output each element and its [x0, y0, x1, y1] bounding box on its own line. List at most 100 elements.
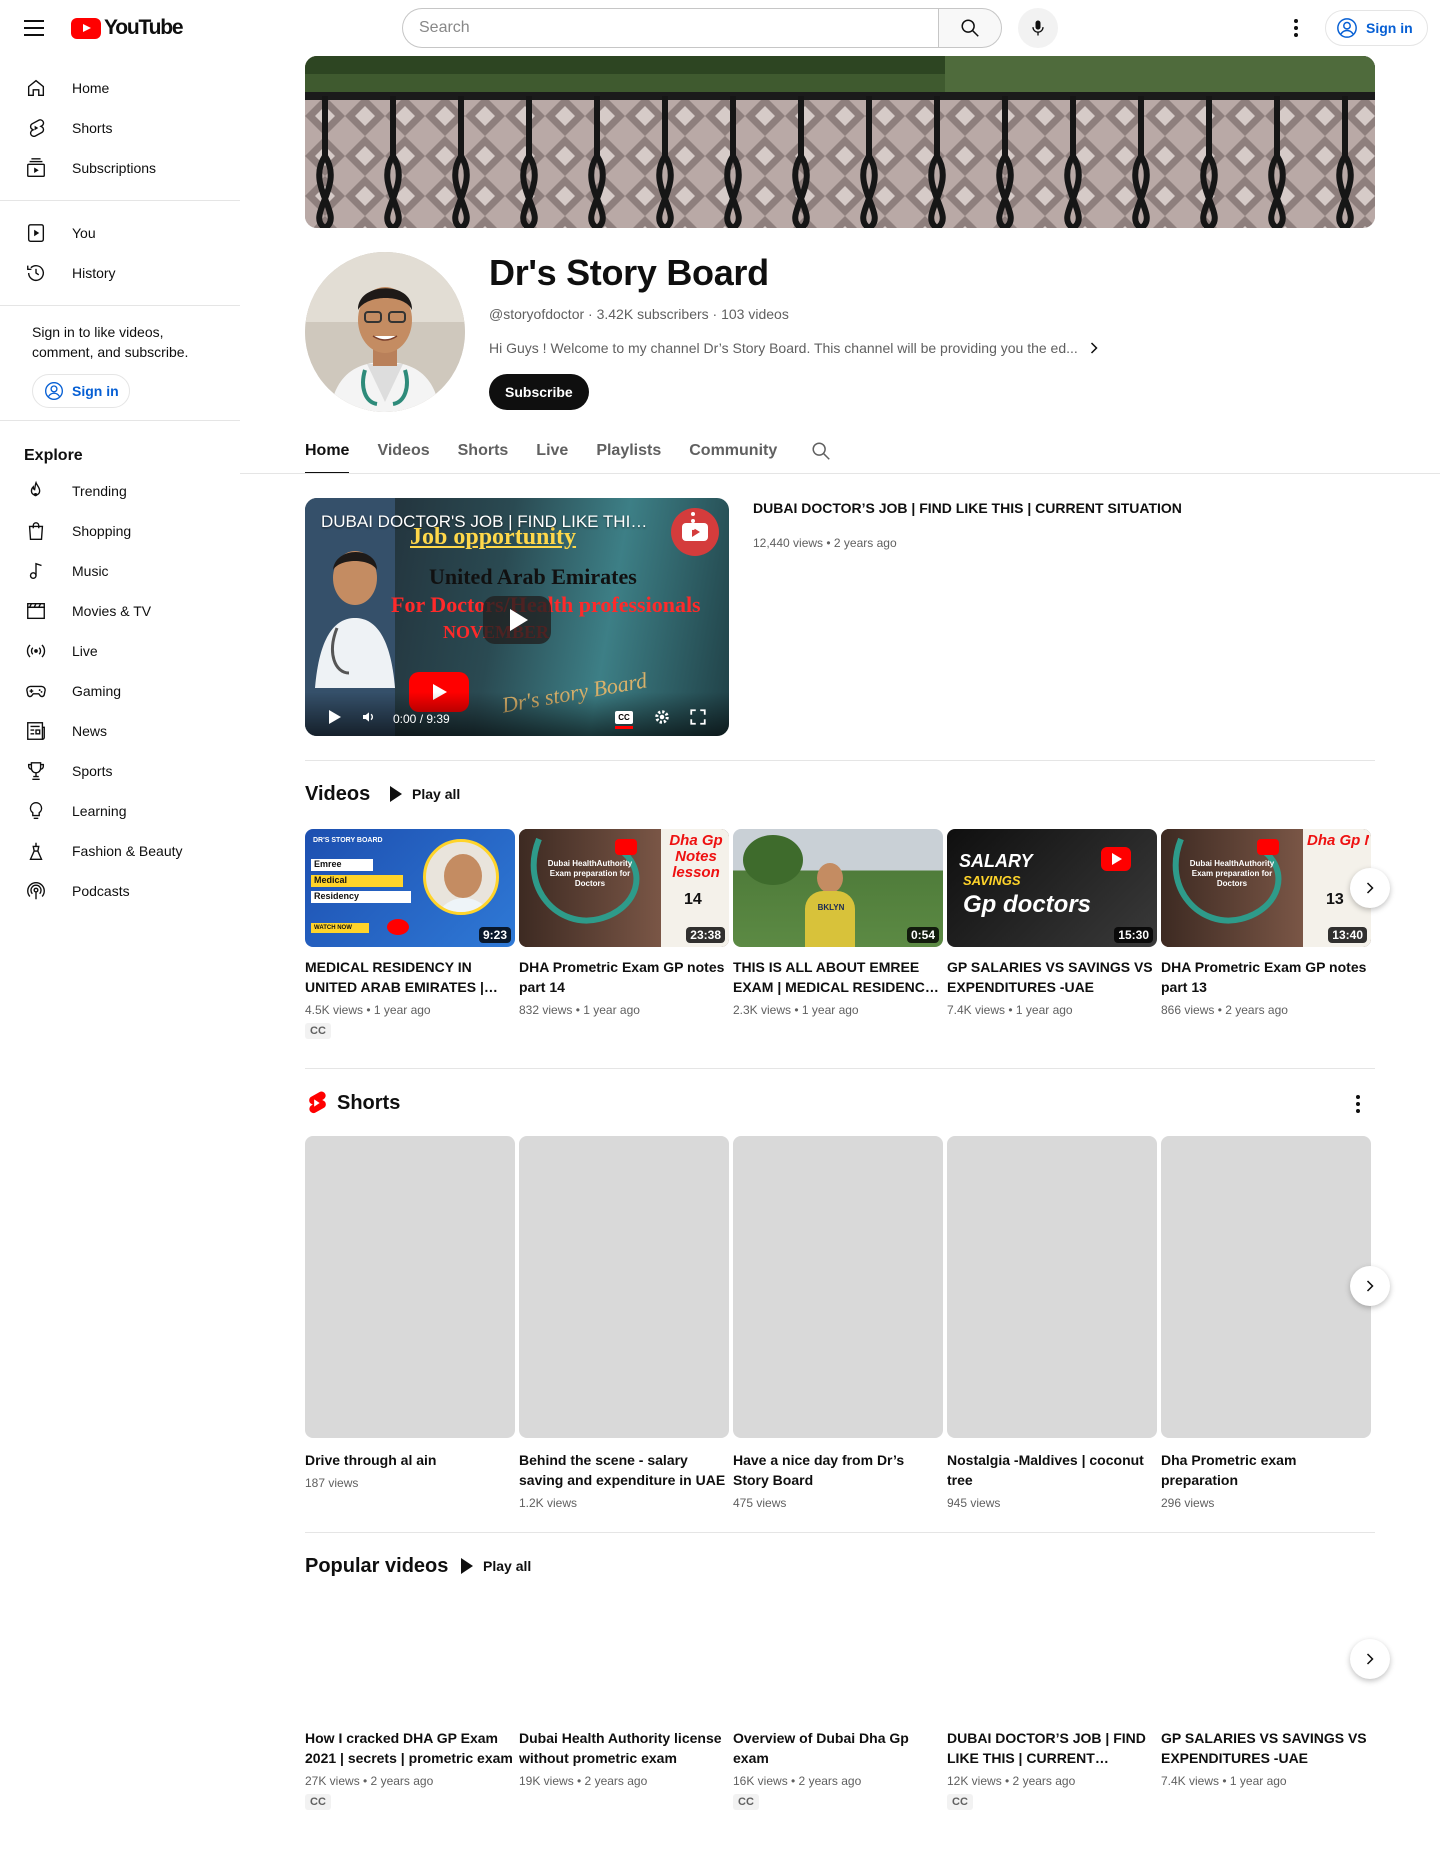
play-button[interactable]	[483, 596, 551, 644]
short-title[interactable]: Nostalgia -Maldives | coconut tree	[947, 1450, 1157, 1490]
popular-video-card[interactable]: Overview of Dubai Dha Gp exam 16K views …	[733, 1600, 943, 1810]
video-title[interactable]: THIS IS ALL ABOUT EMREE EXAM | MEDICAL R…	[733, 957, 943, 997]
shorts-section-title[interactable]: Shorts	[305, 1090, 400, 1116]
popular-video-card[interactable]: DUBAI DOCTOR’S JOB | FIND LIKE THIS | CU…	[947, 1600, 1157, 1810]
video-title[interactable]: DHA Prometric Exam GP notes part 13	[1161, 957, 1371, 997]
video-thumbnail[interactable]	[305, 1600, 515, 1718]
sidebar-item-shorts[interactable]: Shorts	[0, 108, 240, 148]
video-title[interactable]: DHA Prometric Exam GP notes part 14	[519, 957, 729, 997]
video-thumbnail[interactable]	[947, 1600, 1157, 1718]
video-title[interactable]: GP SALARIES VS SAVINGS VS EXPENDITURES -…	[947, 957, 1157, 997]
video-thumbnail[interactable]: BKLYN 0:54	[733, 829, 943, 947]
channel-search-button[interactable]	[809, 439, 833, 463]
video-thumbnail[interactable]: DR'S STORY BOARD Emree Medical Residency…	[305, 829, 515, 947]
short-title[interactable]: Dha Prometric exam preparation	[1161, 1450, 1371, 1490]
popular-video-card[interactable]: GP SALARIES VS SAVINGS VS EXPENDITURES -…	[1161, 1600, 1371, 1788]
short-card[interactable]: Have a nice day from Dr’s Story Board 47…	[733, 1136, 943, 1510]
videos-next-button[interactable]	[1350, 868, 1390, 908]
video-card[interactable]: DR'S STORY BOARD Emree Medical Residency…	[305, 829, 515, 1039]
short-thumbnail[interactable]	[733, 1136, 943, 1438]
sign-in-button[interactable]: Sign in	[1325, 10, 1428, 46]
sidebar-item-you[interactable]: You	[0, 213, 240, 253]
video-title[interactable]: GP SALARIES VS SAVINGS VS EXPENDITURES -…	[1161, 1728, 1371, 1768]
sidebar-item-live[interactable]: Live	[0, 631, 240, 671]
youtube-logo[interactable]: YouTube	[71, 16, 184, 40]
fullscreen-icon[interactable]	[689, 708, 707, 726]
search-input[interactable]	[402, 8, 938, 48]
short-title[interactable]: Drive through al ain	[305, 1450, 515, 1470]
featured-video-title[interactable]: DUBAI DOCTOR’S JOB | FIND LIKE THIS | CU…	[753, 500, 1182, 516]
sidebar-item-news[interactable]: News	[0, 711, 240, 751]
short-card[interactable]: Drive through al ain 187 views	[305, 1136, 515, 1490]
short-card[interactable]: Dha Prometric exam preparation 296 views	[1161, 1136, 1371, 1510]
video-thumbnail[interactable]: Dubai HealthAuthority Exam preparation f…	[519, 829, 729, 947]
short-title[interactable]: Have a nice day from Dr’s Story Board	[733, 1450, 943, 1490]
short-thumbnail[interactable]	[947, 1136, 1157, 1438]
sidebar-item-podcasts[interactable]: Podcasts	[0, 871, 240, 911]
video-title[interactable]: Dubai Health Authority license without p…	[519, 1728, 729, 1768]
popular-video-card[interactable]: Dubai Health Authority license without p…	[519, 1600, 729, 1788]
video-title[interactable]: Overview of Dubai Dha Gp exam	[733, 1728, 943, 1768]
short-thumbnail[interactable]	[1161, 1136, 1371, 1438]
video-card[interactable]: BKLYN 0:54 THIS IS ALL ABOUT EMREE EXAM …	[733, 829, 943, 1017]
settings-gear-icon[interactable]	[653, 708, 671, 726]
shorts-more-button[interactable]	[1346, 1092, 1370, 1116]
tab-community[interactable]: Community	[689, 428, 777, 474]
short-thumbnail[interactable]	[519, 1136, 729, 1438]
video-thumbnail[interactable]: Dubai HealthAuthority Exam preparation f…	[1161, 829, 1371, 947]
video-card[interactable]: Dubai HealthAuthority Exam preparation f…	[1161, 829, 1371, 1017]
video-title[interactable]: MEDICAL RESIDENCY IN UNITED ARAB EMIRATE…	[305, 957, 515, 997]
shorts-next-button[interactable]	[1350, 1266, 1390, 1306]
video-title[interactable]: How I cracked DHA GP Exam 2021 | secrets…	[305, 1728, 515, 1768]
sidebar-sign-in-button[interactable]: Sign in	[32, 374, 130, 408]
sidebar-item-trending[interactable]: Trending	[0, 471, 240, 511]
video-thumbnail[interactable]	[1161, 1600, 1371, 1718]
videos-section-title[interactable]: Videos	[305, 783, 370, 806]
player-more-icon[interactable]	[691, 512, 695, 535]
tab-home[interactable]: Home	[305, 428, 350, 474]
sidebar-item-learning[interactable]: Learning	[0, 791, 240, 831]
video-title[interactable]: DUBAI DOCTOR’S JOB | FIND LIKE THIS | CU…	[947, 1728, 1157, 1768]
videos-play-all-button[interactable]: Play all	[390, 786, 460, 802]
channel-avatar[interactable]	[305, 252, 465, 412]
video-card[interactable]: SALARY SAVINGS Gp doctors 15:30 GP SALAR…	[947, 829, 1157, 1017]
voice-search-button[interactable]	[1018, 8, 1058, 48]
subscribe-button[interactable]: Subscribe	[489, 374, 589, 410]
sidebar-item-gaming[interactable]: Gaming	[0, 671, 240, 711]
tab-videos[interactable]: Videos	[377, 428, 429, 474]
volume-icon[interactable]	[361, 709, 377, 725]
gaming-icon	[24, 679, 48, 703]
popular-play-all-button[interactable]: Play all	[461, 1558, 531, 1574]
thumb-label: Dubai HealthAuthority Exam preparation f…	[1189, 859, 1275, 888]
popular-section-title[interactable]: Popular videos	[305, 1555, 448, 1578]
video-thumbnail[interactable]	[519, 1600, 729, 1718]
short-title[interactable]: Behind the scene - salary saving and exp…	[519, 1450, 729, 1490]
sidebar-item-home[interactable]: Home	[0, 68, 240, 108]
play-pause-icon[interactable]	[329, 710, 341, 724]
tab-playlists[interactable]: Playlists	[596, 428, 661, 474]
short-card[interactable]: Nostalgia -Maldives | coconut tree 945 v…	[947, 1136, 1157, 1510]
video-card[interactable]: Dubai HealthAuthority Exam preparation f…	[519, 829, 729, 1017]
settings-more-button[interactable]	[1280, 12, 1312, 44]
tab-live[interactable]: Live	[536, 428, 568, 474]
popular-video-card[interactable]: How I cracked DHA GP Exam 2021 | secrets…	[305, 1600, 515, 1810]
video-thumbnail[interactable]: SALARY SAVINGS Gp doctors 15:30	[947, 829, 1157, 947]
sidebar-item-subscriptions[interactable]: Subscriptions	[0, 148, 240, 188]
menu-icon[interactable]	[20, 14, 48, 42]
tab-shorts[interactable]: Shorts	[458, 428, 509, 474]
short-card[interactable]: Behind the scene - salary saving and exp…	[519, 1136, 729, 1510]
short-thumbnail[interactable]	[305, 1136, 515, 1438]
channel-description[interactable]: Hi Guys ! Welcome to my channel Dr’s Sto…	[489, 338, 1104, 358]
channel-watermark[interactable]	[671, 508, 719, 556]
sidebar-item-shopping[interactable]: Shopping	[0, 511, 240, 551]
sidebar-item-fashion[interactable]: Fashion & Beauty	[0, 831, 240, 871]
sidebar-item-music[interactable]: Music	[0, 551, 240, 591]
sidebar-item-sports[interactable]: Sports	[0, 751, 240, 791]
sidebar-item-history[interactable]: History	[0, 253, 240, 293]
video-thumbnail[interactable]	[733, 1600, 943, 1718]
captions-icon[interactable]: CC	[615, 711, 633, 724]
sidebar-item-movies[interactable]: Movies & TV	[0, 591, 240, 631]
search-button[interactable]	[938, 8, 1002, 48]
popular-next-button[interactable]	[1350, 1639, 1390, 1679]
featured-video-player[interactable]: Job opportunity United Arab Emirates For…	[305, 498, 729, 736]
